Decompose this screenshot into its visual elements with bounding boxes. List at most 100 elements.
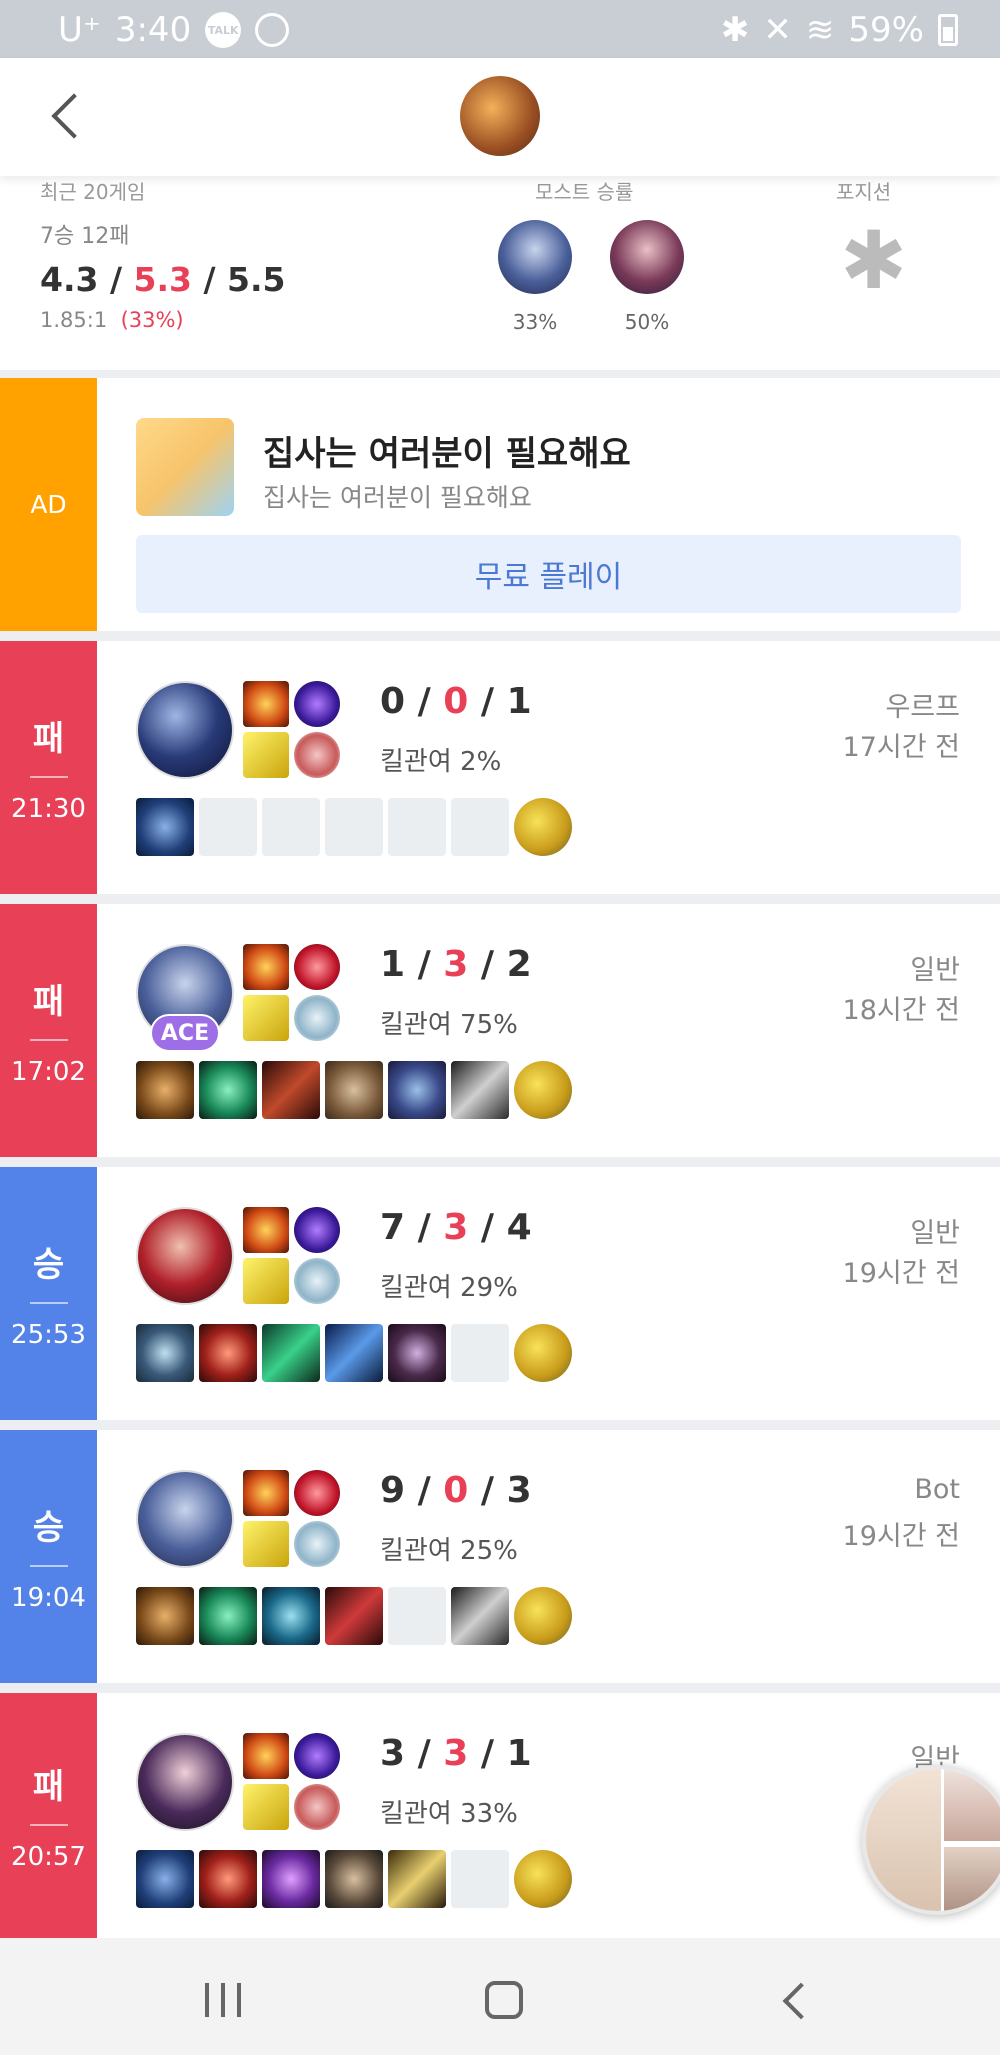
ghost-spell-icon[interactable] bbox=[243, 732, 289, 778]
kill-participation: 킬관여 2% bbox=[380, 747, 502, 777]
most-champion-1-icon[interactable] bbox=[498, 220, 572, 294]
ghost-spell-icon[interactable] bbox=[243, 1258, 289, 1304]
match-kda: 1 / 3 / 2 bbox=[380, 944, 532, 985]
ignite-spell-icon[interactable] bbox=[243, 944, 289, 990]
champion-portrait[interactable] bbox=[136, 1733, 234, 1831]
profile-avatar[interactable] bbox=[460, 76, 540, 156]
chat-avatar bbox=[866, 1769, 941, 1911]
game-mode: 우르프 bbox=[885, 692, 960, 723]
match-result: 승 bbox=[32, 1245, 65, 1285]
rune-secondary-icon[interactable] bbox=[294, 1521, 340, 1567]
home-icon[interactable] bbox=[485, 1981, 523, 2019]
item-icon[interactable] bbox=[136, 798, 194, 856]
item-icon[interactable] bbox=[136, 1061, 194, 1119]
kill-participation: 킬관여 75% bbox=[380, 1010, 518, 1040]
rune-primary-icon[interactable] bbox=[294, 1470, 340, 1516]
match-card[interactable]: 패 17:02 ACE 1 / 3 / 2 킬관여 75% 일반 18시간 전 bbox=[0, 904, 1000, 1157]
win-loss-record: 7승 12패 bbox=[40, 224, 130, 249]
match-card[interactable]: 승 25:53 7 / 3 / 4 킬관여 29% 일반 19시간 전 bbox=[0, 1167, 1000, 1420]
item-icon[interactable] bbox=[199, 1587, 257, 1645]
game-mode: 일반 bbox=[910, 955, 960, 986]
rune-secondary-icon[interactable] bbox=[294, 732, 340, 778]
item-icon[interactable] bbox=[451, 1587, 509, 1645]
empty-item-slot bbox=[388, 1587, 446, 1645]
ignite-spell-icon[interactable] bbox=[243, 1733, 289, 1779]
back-arrow-icon[interactable] bbox=[48, 90, 88, 142]
item-icon[interactable] bbox=[388, 1324, 446, 1382]
empty-item-slot bbox=[199, 798, 257, 856]
ghost-spell-icon[interactable] bbox=[243, 1784, 289, 1830]
match-card[interactable]: 패 20:57 3 / 3 / 1 킬관여 33% 일반 2019 bbox=[0, 1693, 1000, 1938]
kda-assists: 5.5 bbox=[227, 260, 286, 299]
item-icon[interactable] bbox=[262, 1061, 320, 1119]
rune-secondary-icon[interactable] bbox=[294, 1258, 340, 1304]
item-icon[interactable] bbox=[199, 1061, 257, 1119]
match-result: 패 bbox=[32, 1767, 65, 1807]
ad-title: 집사는 여러분이 필요해요 bbox=[263, 434, 631, 474]
item-icon[interactable] bbox=[451, 1061, 509, 1119]
item-icon[interactable] bbox=[199, 1324, 257, 1382]
trinket-icon[interactable] bbox=[514, 1061, 572, 1119]
chat-avatar bbox=[944, 1847, 1000, 1911]
trinket-icon[interactable] bbox=[514, 1324, 572, 1382]
ignite-spell-icon[interactable] bbox=[243, 1470, 289, 1516]
item-icon[interactable] bbox=[262, 1587, 320, 1645]
floating-chat-head[interactable] bbox=[862, 1765, 1000, 1915]
rune-primary-icon[interactable] bbox=[294, 681, 340, 727]
messenger-icon bbox=[255, 13, 290, 47]
empty-item-slot bbox=[262, 798, 320, 856]
item-icon[interactable] bbox=[136, 1850, 194, 1908]
item-icon[interactable] bbox=[325, 1587, 383, 1645]
champion-portrait[interactable] bbox=[136, 1207, 234, 1305]
item-icon[interactable] bbox=[325, 1324, 383, 1382]
match-duration: 25:53 bbox=[11, 1320, 86, 1350]
item-icon[interactable] bbox=[388, 1061, 446, 1119]
ignite-spell-icon[interactable] bbox=[243, 681, 289, 727]
match-result: 패 bbox=[32, 982, 65, 1022]
item-icon[interactable] bbox=[262, 1324, 320, 1382]
most-champion-2-icon[interactable] bbox=[610, 220, 684, 294]
match-card[interactable]: 승 19:04 9 / 0 / 3 킬관여 25% Bot 19시간 전 bbox=[0, 1430, 1000, 1683]
item-slots bbox=[136, 1587, 572, 1645]
champion-portrait[interactable] bbox=[136, 681, 234, 779]
trinket-icon[interactable] bbox=[514, 798, 572, 856]
rune-primary-icon[interactable] bbox=[294, 944, 340, 990]
match-result-side: 패 21:30 bbox=[0, 641, 97, 894]
item-icon[interactable] bbox=[325, 1850, 383, 1908]
item-icon[interactable] bbox=[136, 1324, 194, 1382]
nav-back-icon[interactable] bbox=[776, 1980, 816, 2020]
trinket-icon[interactable] bbox=[514, 1587, 572, 1645]
recent-apps-icon[interactable] bbox=[205, 1983, 241, 2017]
match-result: 승 bbox=[32, 1508, 65, 1548]
battery-level: 59% bbox=[848, 10, 924, 50]
system-nav-bar bbox=[0, 1938, 1000, 2055]
rune-primary-icon[interactable] bbox=[294, 1207, 340, 1253]
item-slots bbox=[136, 1061, 572, 1119]
rune-secondary-icon[interactable] bbox=[294, 995, 340, 1041]
ad-side-label: AD bbox=[0, 378, 97, 631]
rune-secondary-icon[interactable] bbox=[294, 1784, 340, 1830]
ad-play-button[interactable]: 무료 플레이 bbox=[136, 535, 961, 613]
most-champion-2-winrate: 50% bbox=[624, 310, 670, 334]
trinket-icon[interactable] bbox=[514, 1850, 572, 1908]
item-icon[interactable] bbox=[262, 1850, 320, 1908]
kda-kills: 4.3 bbox=[40, 260, 99, 299]
match-card[interactable]: 패 21:30 0 / 0 / 1 킬관여 2% 우르프 17시간 전 bbox=[0, 641, 1000, 894]
ad-game-thumbnail[interactable] bbox=[136, 418, 234, 516]
app-header bbox=[0, 58, 1000, 176]
champion-portrait[interactable] bbox=[136, 1470, 234, 1568]
ghost-spell-icon[interactable] bbox=[243, 995, 289, 1041]
item-icon[interactable] bbox=[325, 1061, 383, 1119]
item-icon[interactable] bbox=[388, 1850, 446, 1908]
match-kda: 7 / 3 / 4 bbox=[380, 1207, 532, 1248]
rune-primary-icon[interactable] bbox=[294, 1733, 340, 1779]
ghost-spell-icon[interactable] bbox=[243, 1521, 289, 1567]
clock: 3:40 bbox=[114, 10, 192, 50]
empty-item-slot bbox=[451, 1324, 509, 1382]
ad-card[interactable]: AD 집사는 여러분이 필요해요 집사는 여러분이 필요해요 무료 플레이 bbox=[0, 378, 1000, 631]
ignite-spell-icon[interactable] bbox=[243, 1207, 289, 1253]
chat-avatar bbox=[944, 1769, 1000, 1841]
item-icon[interactable] bbox=[199, 1850, 257, 1908]
most-winrate-label: 모스트 승률 bbox=[535, 180, 634, 204]
item-icon[interactable] bbox=[136, 1587, 194, 1645]
